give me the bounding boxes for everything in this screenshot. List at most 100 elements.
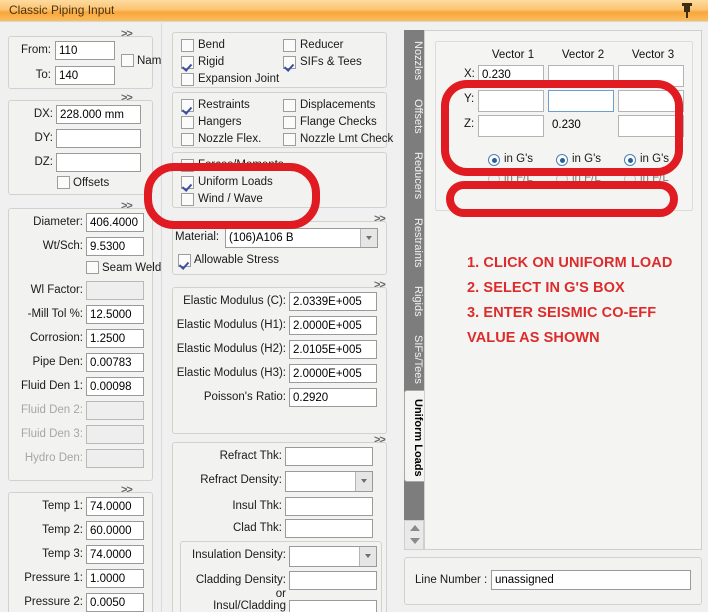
flange-checks-checkbox[interactable] xyxy=(283,116,296,129)
pipe-den-input[interactable]: 0.00783 xyxy=(86,353,144,372)
insul-cladding-unit-weight-input[interactable] xyxy=(289,600,377,612)
insulation-density-combobox[interactable] xyxy=(289,546,377,567)
nozzle-lmt-check-checkbox[interactable] xyxy=(283,133,296,146)
rigid-checkbox[interactable] xyxy=(181,56,194,69)
chevron-down-icon[interactable] xyxy=(360,229,377,247)
vector3-in-gs-radio[interactable] xyxy=(624,154,636,166)
corrosion-label: Corrosion: xyxy=(29,332,83,344)
cladding-density-input[interactable] xyxy=(289,571,377,590)
elastic-modulus-h1-input[interactable]: 2.0000E+005 xyxy=(289,316,377,335)
elastic-modulus-h2-input[interactable]: 2.0105E+005 xyxy=(289,340,377,359)
allowable-stress-label: Allowable Stress xyxy=(194,254,280,266)
vector1-header: Vector 1 xyxy=(491,49,535,61)
pressure1-input[interactable]: 1.0000 xyxy=(86,569,144,588)
displacements-checkbox[interactable] xyxy=(283,99,296,112)
mill-tol-input[interactable]: 12.5000 xyxy=(86,305,144,324)
dz-label: DZ: xyxy=(34,156,53,168)
poissons-ratio-input[interactable]: 0.2920 xyxy=(289,388,377,407)
hangers-label: Hangers xyxy=(198,116,242,128)
chevron-down-icon[interactable] xyxy=(359,547,376,566)
dx-input[interactable]: 228.000 mm xyxy=(56,105,141,124)
temp1-label: Temp 1: xyxy=(42,500,83,512)
refract-density-label: Refract Density: xyxy=(200,474,282,486)
axis-z-label: Z: xyxy=(464,118,475,130)
fluid-den1-input[interactable]: 0.00098 xyxy=(86,377,144,396)
sidebar-item-offsets[interactable]: Offsets xyxy=(404,88,424,142)
expansion-joint-label: Expansion Joint xyxy=(198,73,280,85)
sidebar-item-sifs-tees[interactable]: SIFs/Tees xyxy=(404,325,424,390)
vector3-y-input[interactable] xyxy=(618,90,684,112)
window-title: Classic Piping Input xyxy=(9,3,115,17)
vector3-z-input[interactable] xyxy=(618,115,684,137)
fluid-den2-input[interactable] xyxy=(86,401,144,420)
vector2-in-fl-radio[interactable] xyxy=(556,173,568,185)
refract-density-combobox[interactable] xyxy=(285,471,373,492)
dy-input[interactable] xyxy=(56,129,141,148)
sidebar-item-restraints[interactable]: Restraints xyxy=(404,207,424,275)
elastic-modulus-h3-input[interactable]: 2.0000E+005 xyxy=(289,364,377,383)
wtsch-input[interactable]: 9.5300 xyxy=(86,237,144,256)
refract-thk-input[interactable] xyxy=(285,447,373,466)
group-line-number: Line Number : unassigned xyxy=(404,557,702,605)
from-input[interactable]: 110 xyxy=(55,41,115,60)
sidebar-item-reducers[interactable]: Reducers xyxy=(404,142,424,207)
tabstrip-scroll-buttons[interactable] xyxy=(404,520,424,550)
corrosion-input[interactable]: 1.2500 xyxy=(86,329,144,348)
wind-wave-checkbox[interactable] xyxy=(181,193,194,206)
temp2-input[interactable]: 60.0000 xyxy=(86,521,144,540)
fluid-den3-input[interactable] xyxy=(86,425,144,444)
vector2-y-input[interactable] xyxy=(548,90,614,112)
insul-thk-input[interactable] xyxy=(285,497,373,516)
elastic-modulus-c-input[interactable]: 2.0339E+005 xyxy=(289,292,377,311)
pressure2-input[interactable]: 0.0050 xyxy=(86,593,144,612)
offsets-checkbox[interactable] xyxy=(57,176,70,189)
hydro-den-input[interactable] xyxy=(86,449,144,468)
wl-factor-input[interactable] xyxy=(86,281,144,300)
vector2-x-input[interactable] xyxy=(548,65,614,87)
forces-moments-checkbox[interactable] xyxy=(181,159,194,172)
vector1-in-fl-radio[interactable] xyxy=(488,173,500,185)
scroll-up-icon[interactable] xyxy=(410,525,420,531)
reducer-checkbox[interactable] xyxy=(283,39,296,52)
allowable-stress-checkbox[interactable] xyxy=(178,254,191,267)
pin-icon[interactable] xyxy=(680,3,694,18)
expansion-joint-checkbox[interactable] xyxy=(181,73,194,86)
vector3-x-input[interactable] xyxy=(618,65,684,87)
vector2-z-input[interactable]: 0.230 xyxy=(548,115,614,137)
chevron-down-icon[interactable] xyxy=(355,472,372,491)
clad-thk-input[interactable] xyxy=(285,519,373,538)
sidebar-item-rigids[interactable]: Rigids xyxy=(404,275,424,325)
displacements-label: Displacements xyxy=(300,99,376,111)
seam-welded-checkbox[interactable] xyxy=(86,261,99,274)
vector1-y-input[interactable] xyxy=(478,90,544,112)
bend-checkbox[interactable] xyxy=(181,39,194,52)
vector1-x-input[interactable]: 0.230 xyxy=(478,65,544,87)
material-combobox[interactable]: (106)A106 B xyxy=(225,228,378,248)
poissons-ratio-label: Poisson's Ratio: xyxy=(203,391,286,403)
uniform-loads-checkbox[interactable] xyxy=(181,176,194,189)
window-titlebar: Classic Piping Input xyxy=(0,0,708,22)
scroll-down-icon[interactable] xyxy=(410,538,420,544)
sidebar-item-nozzles[interactable]: Nozzles xyxy=(404,30,424,88)
name-checkbox[interactable] xyxy=(121,54,134,67)
insul-thk-label: Insul Thk: xyxy=(232,500,282,512)
vector2-in-gs-radio[interactable] xyxy=(556,154,568,166)
dz-input[interactable] xyxy=(56,153,141,172)
restraints-checkbox[interactable] xyxy=(181,99,194,112)
vector1-in-gs-radio[interactable] xyxy=(488,154,500,166)
hangers-checkbox[interactable] xyxy=(181,116,194,129)
sifs-tees-checkbox[interactable] xyxy=(283,56,296,69)
forces-moments-label: Forces/Moments xyxy=(198,159,284,171)
nozzle-flex-checkbox[interactable] xyxy=(181,133,194,146)
sidebar-item-uniform-loads[interactable]: Uniform Loads xyxy=(404,390,424,482)
material-label: Material: xyxy=(175,231,220,243)
temp1-input[interactable]: 74.0000 xyxy=(86,497,144,516)
to-input[interactable]: 140 xyxy=(55,66,115,85)
vector1-z-input[interactable] xyxy=(478,115,544,137)
temp3-input[interactable]: 74.0000 xyxy=(86,545,144,564)
line-number-input[interactable]: unassigned xyxy=(491,570,691,590)
diameter-input[interactable]: 406.4000 xyxy=(86,213,144,232)
line-number-label: Line Number : xyxy=(415,574,488,586)
vector3-in-fl-radio[interactable] xyxy=(624,173,636,185)
vector2-in-gs-label: in G's xyxy=(572,153,602,165)
